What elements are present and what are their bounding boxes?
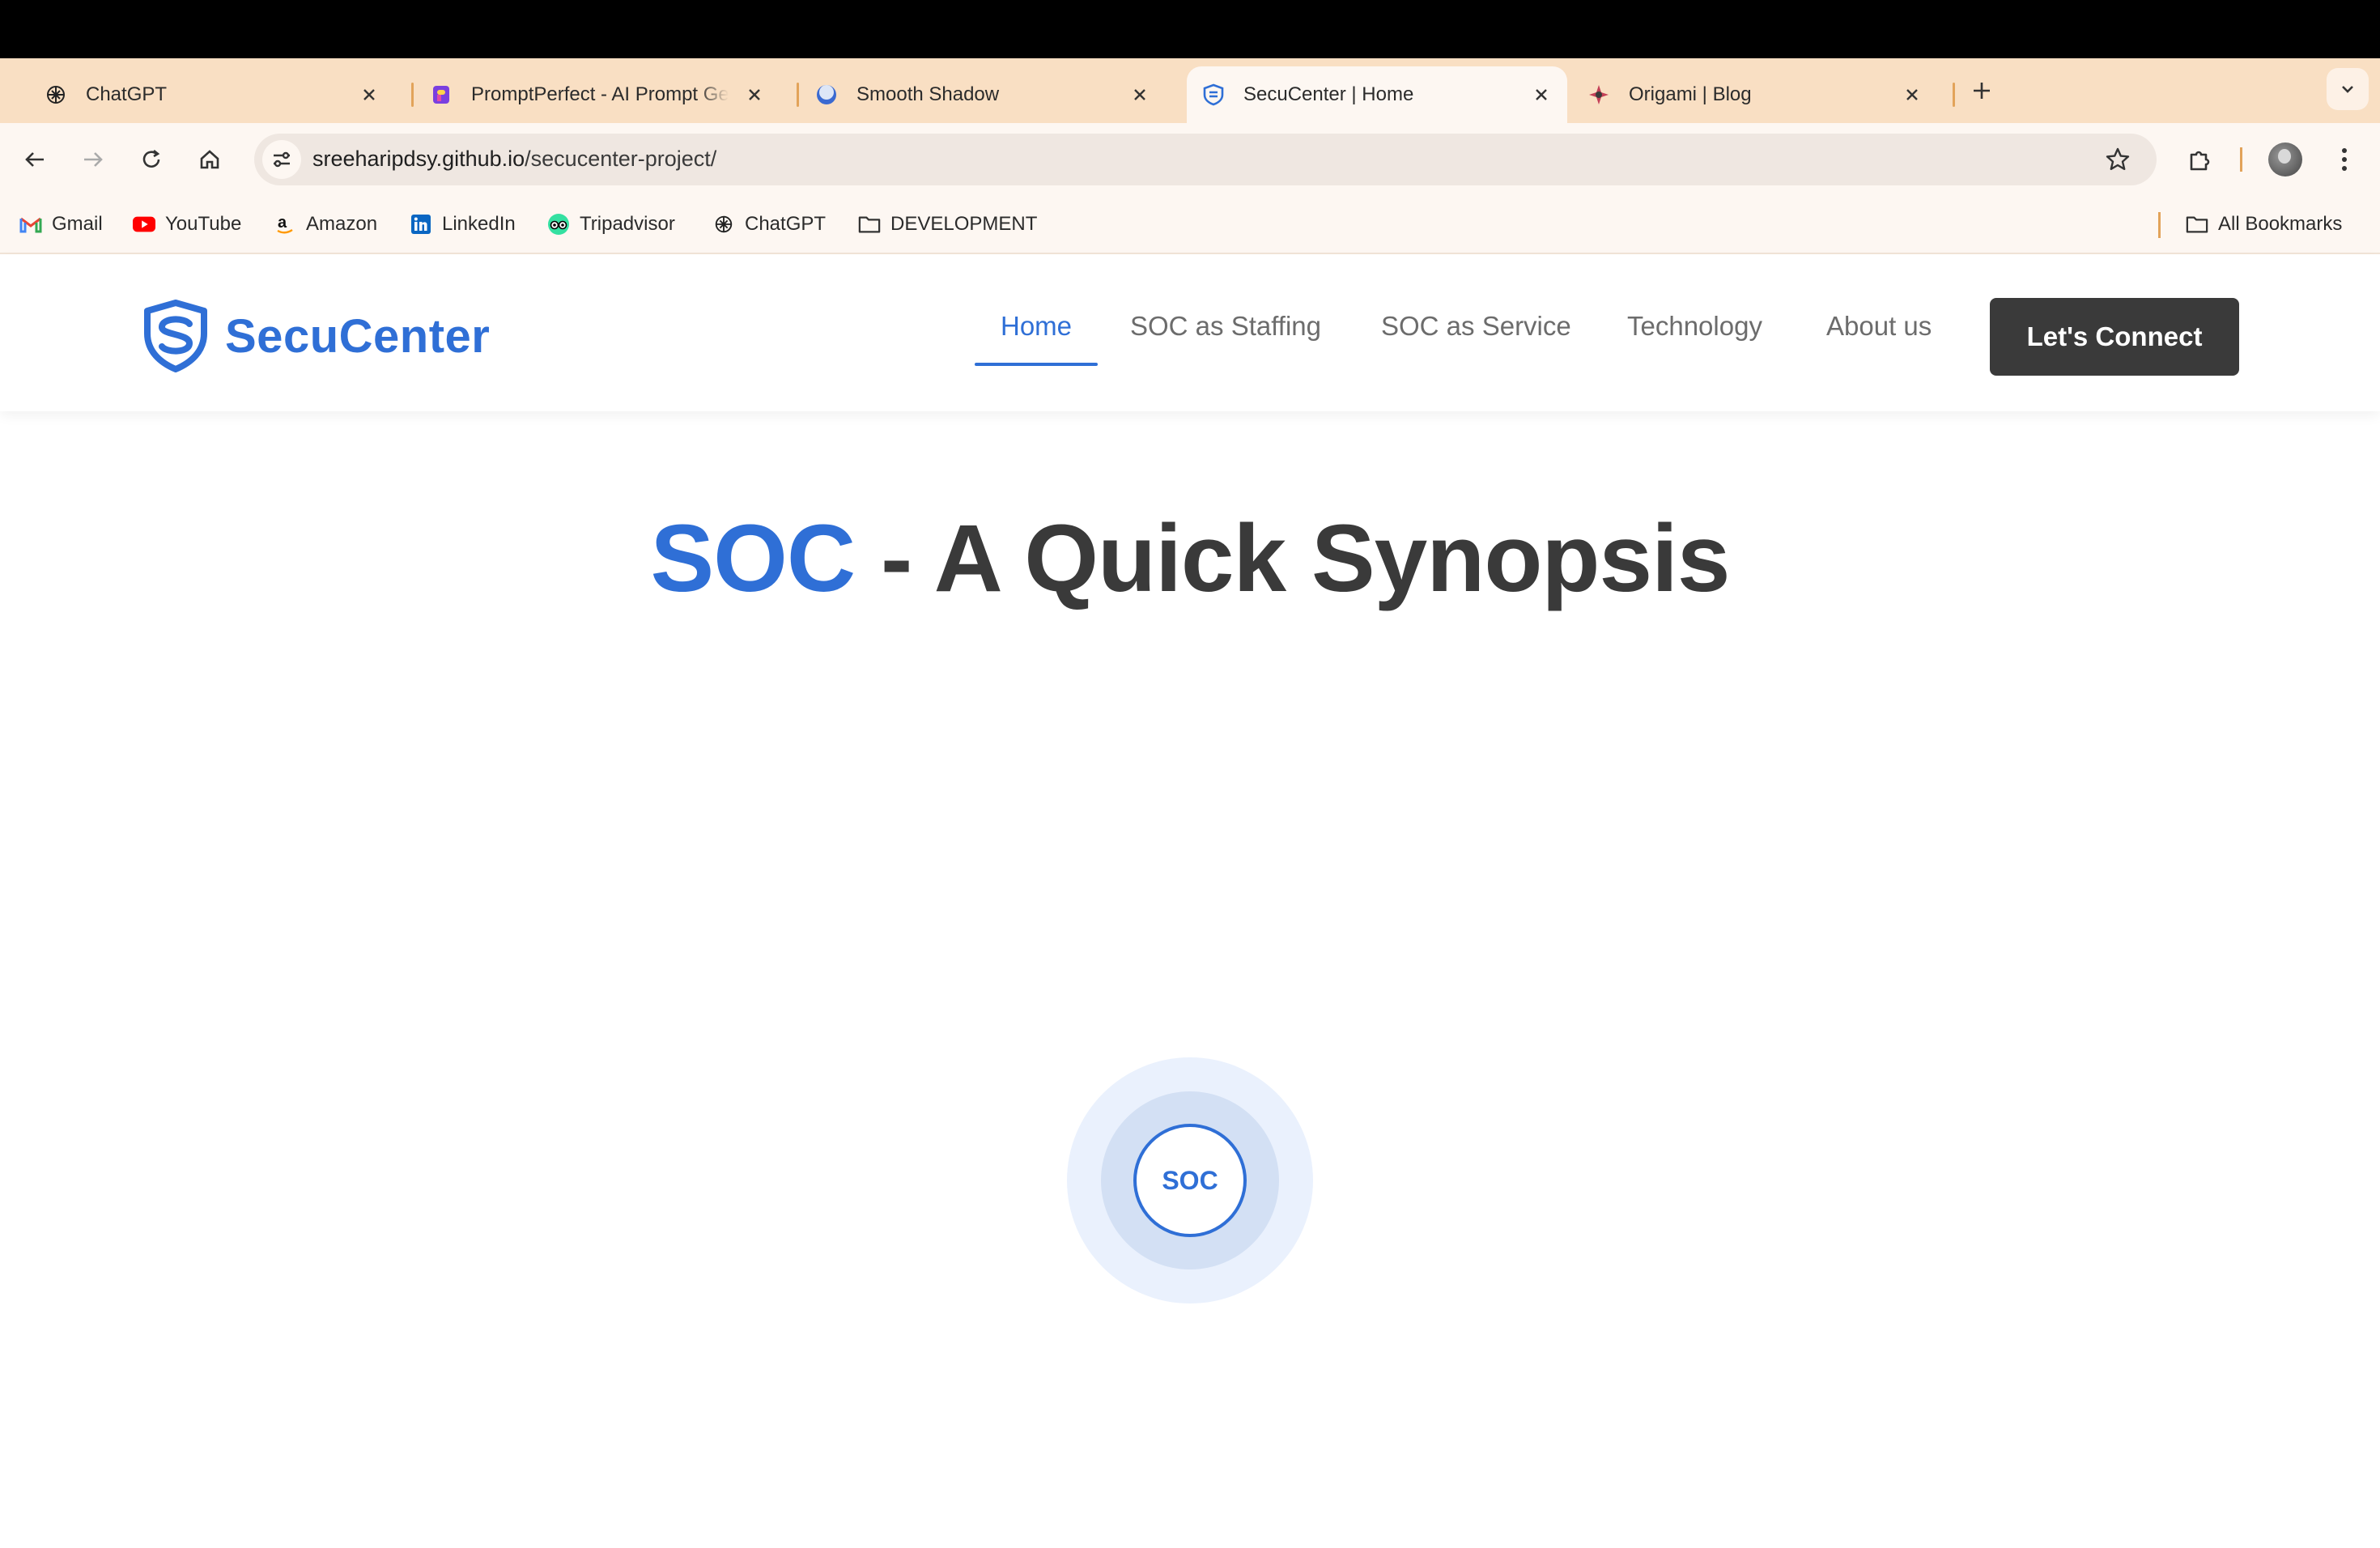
gmail-icon [19, 213, 42, 236]
secucenter-shield-icon [1201, 83, 1226, 107]
tab-close-icon[interactable] [358, 83, 380, 106]
url-host: sreeharipdsy.github.io [312, 147, 525, 171]
bookmarks-separator [2158, 212, 2161, 238]
browser-menu-icon[interactable] [2328, 141, 2361, 178]
bookmark-chatgpt[interactable]: ChatGPT [712, 209, 826, 240]
promptperfect-icon [429, 83, 453, 107]
nav-active-underline [975, 363, 1098, 366]
origami-icon [1587, 83, 1611, 107]
tab-close-icon[interactable] [743, 83, 766, 106]
extensions-puzzle-icon[interactable] [2182, 142, 2218, 178]
tab-close-icon[interactable] [1128, 83, 1151, 106]
bookmark-label: Gmail [52, 213, 103, 235]
bookmark-label: YouTube [165, 213, 242, 235]
hero-title-rest: - A Quick Synopsis [855, 505, 1731, 612]
bookmark-label: LinkedIn [442, 213, 516, 235]
hero-title: SOC - A Quick Synopsis [0, 502, 2380, 615]
toolbar-separator [2240, 147, 2242, 172]
bookmark-linkedin[interactable]: LinkedIn [410, 209, 516, 240]
nav-about-us[interactable]: About us [1826, 311, 1932, 359]
browser-toolbar: sreeharipdsy.github.io/secucenter-projec… [0, 123, 2380, 196]
back-arrow-icon[interactable] [16, 141, 53, 178]
bookmark-label: DEVELOPMENT [890, 213, 1038, 235]
tab-title: Origami | Blog [1629, 83, 1752, 105]
tab-strip: ChatGPT PromptPerfect - AI Prompt Genera… [0, 58, 2380, 123]
tab-secucenter[interactable]: SecuCenter | Home [1187, 66, 1567, 123]
tab-promptperfect[interactable]: PromptPerfect - AI Prompt Generator [385, 66, 780, 123]
tab-title: ChatGPT [86, 83, 168, 105]
soc-center-circle[interactable]: SOC [1133, 1124, 1247, 1237]
bookmark-star-icon[interactable] [2103, 145, 2132, 174]
soc-center-label: SOC [1162, 1165, 1218, 1195]
bookmark-label: Amazon [306, 213, 378, 235]
tab-separator [1953, 83, 1955, 107]
smooth-shadow-icon [814, 83, 839, 107]
secucenter-shield-icon [144, 300, 207, 372]
nav-soc-as-staffing[interactable]: SOC as Staffing [1130, 311, 1321, 359]
forward-arrow-icon[interactable] [74, 141, 112, 178]
chatgpt-icon [44, 83, 68, 107]
logo-text: SecuCenter [225, 309, 491, 363]
bookmark-folder-development[interactable]: DEVELOPMENT [858, 209, 1037, 240]
new-tab-plus-icon[interactable] [1966, 74, 1998, 107]
nav-home[interactable]: Home [1001, 311, 1072, 359]
url-text[interactable]: sreeharipdsy.github.io/secucenter-projec… [312, 147, 716, 172]
tab-title: Smooth Shadow [856, 83, 1000, 105]
url-path: /secucenter-project/ [525, 147, 717, 171]
bookmark-youtube[interactable]: YouTube [133, 209, 241, 240]
site-logo[interactable]: SecuCenter [142, 300, 490, 372]
system-top-bar [0, 0, 2380, 58]
folder-icon [858, 213, 881, 236]
bookmark-label: All Bookmarks [2218, 213, 2343, 235]
nav-technology[interactable]: Technology [1627, 311, 1762, 359]
tab-search-chevron-icon[interactable] [2327, 68, 2369, 110]
tripadvisor-icon [547, 213, 570, 236]
tab-smooth-shadow[interactable]: Smooth Shadow [771, 66, 1166, 123]
bookmark-label: ChatGPT [745, 213, 827, 235]
bookmark-label: Tripadvisor [580, 213, 675, 235]
bookmarks-bar: Gmail YouTube a Amazon LinkedIn Tripadvi… [0, 196, 2380, 254]
folder-icon [2186, 213, 2208, 236]
reload-icon[interactable] [133, 141, 170, 178]
tab-origami[interactable]: Origami | Blog [1543, 66, 1938, 123]
youtube-icon [133, 213, 155, 236]
linkedin-icon [410, 213, 432, 236]
amazon-icon: a [274, 213, 296, 236]
tab-title: PromptPerfect - AI Prompt Generator [471, 83, 729, 105]
bookmark-tripadvisor[interactable]: Tripadvisor [547, 209, 675, 240]
bookmark-gmail[interactable]: Gmail [19, 209, 103, 240]
tab-chatgpt[interactable]: ChatGPT [0, 66, 395, 123]
lets-connect-button[interactable]: Let's Connect [1990, 298, 2239, 376]
home-icon[interactable] [191, 141, 228, 178]
tab-close-icon[interactable] [1901, 83, 1923, 106]
chatgpt-icon [712, 213, 735, 236]
hero-title-accent: SOC [650, 505, 856, 612]
all-bookmarks-folder[interactable]: All Bookmarks [2186, 209, 2342, 240]
address-bar[interactable]: sreeharipdsy.github.io/secucenter-projec… [254, 134, 2157, 185]
nav-soc-as-service[interactable]: SOC as Service [1381, 311, 1571, 359]
tab-title: SecuCenter | Home [1243, 83, 1414, 105]
profile-avatar[interactable] [2268, 142, 2302, 176]
svg-text:a: a [278, 214, 287, 232]
site-header: SecuCenter Home SOC as Staffing SOC as S… [0, 254, 2380, 411]
bookmark-amazon[interactable]: a Amazon [274, 209, 377, 240]
site-settings-icon[interactable] [262, 140, 301, 179]
